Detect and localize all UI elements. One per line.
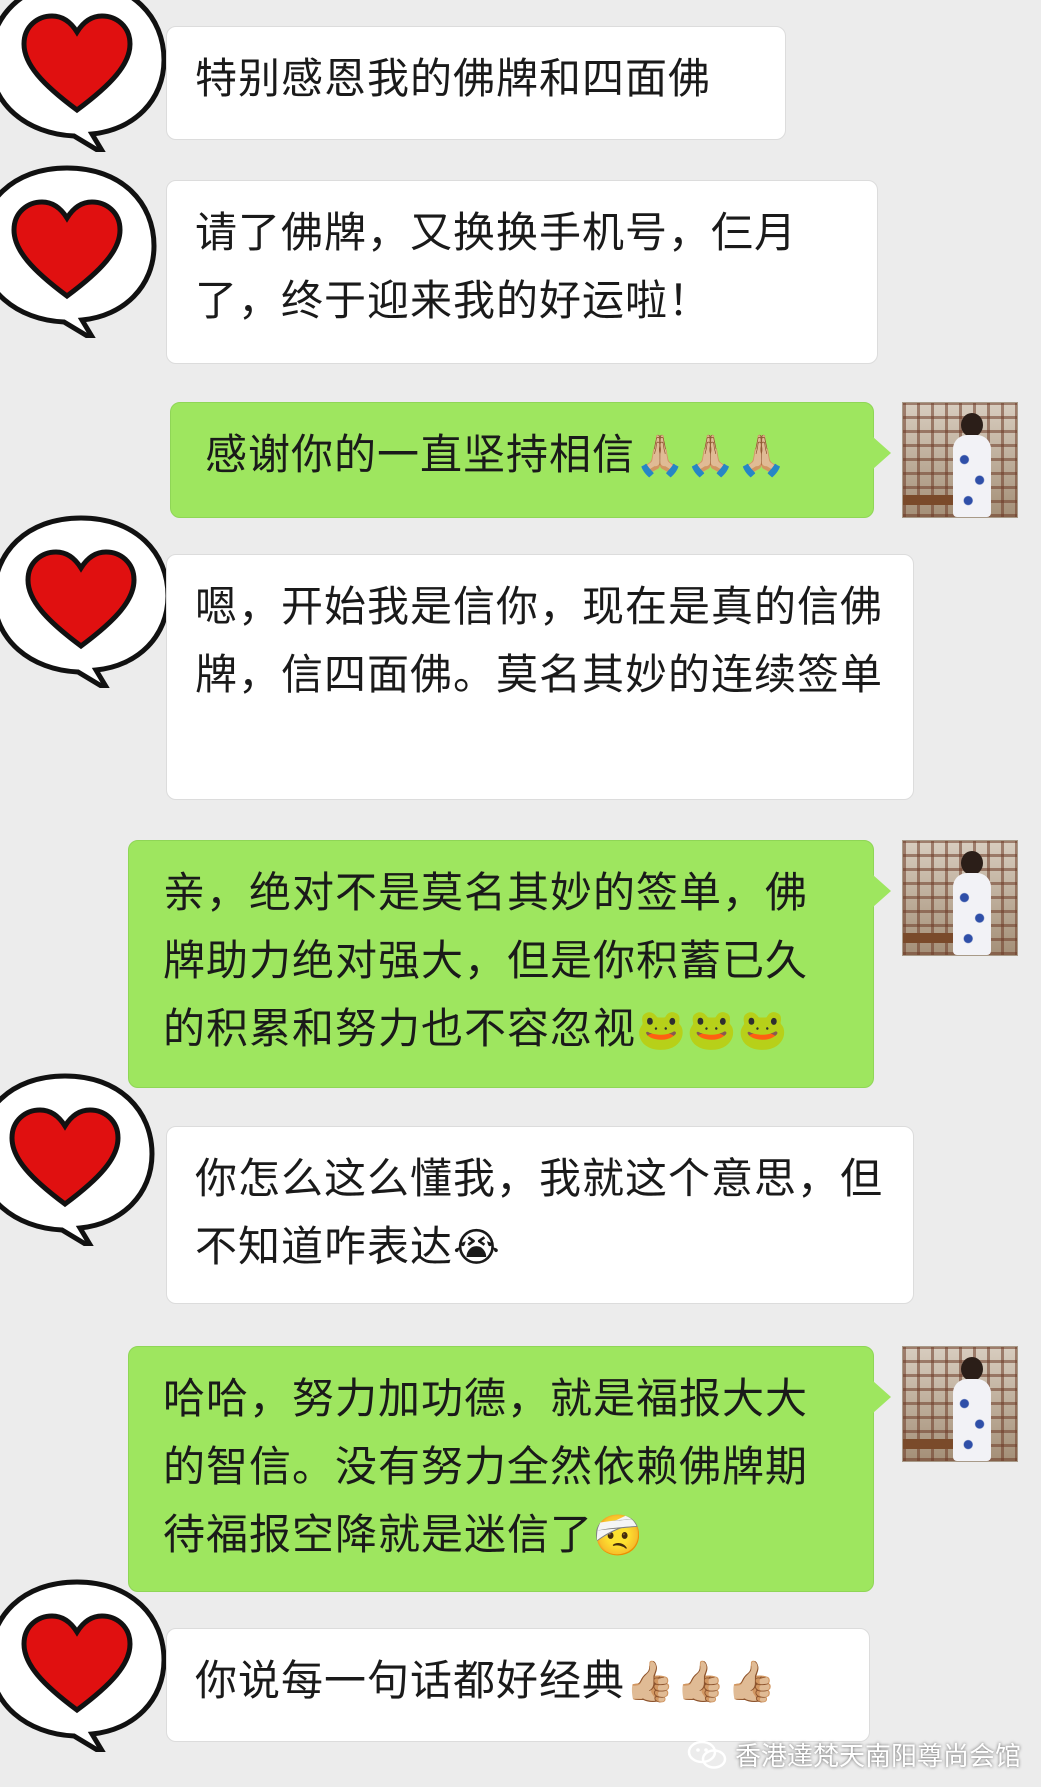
message-bubble-outgoing[interactable]: 感谢你的一直坚持相信🙏🏼🙏🏼🙏🏼 <box>170 402 891 518</box>
frog-emoji: 🐸🐸🐸 <box>636 1007 789 1053</box>
watermark: 香港達梵天南阳尊尚会馆 <box>687 1736 1021 1773</box>
heart-speech-bubble-icon <box>0 1579 167 1752</box>
heart-avatar[interactable] <box>0 0 172 152</box>
message-text: 你怎么这么懂我，我就这个意思，但不知道咋表达 <box>195 1154 884 1271</box>
heart-speech-bubble-icon <box>0 0 167 152</box>
message-bubble-incoming[interactable]: 你怎么这么懂我，我就这个意思，但不知道咋表达😭 <box>166 1126 914 1304</box>
heart-avatar[interactable] <box>0 1572 172 1752</box>
user-photo-avatar[interactable] <box>902 402 1018 518</box>
message-bubble-incoming[interactable]: 请了佛牌，又换换手机号，仨月了，终于迎来我的好运啦！ <box>166 180 878 364</box>
chat-area: 特别感恩我的佛牌和四面佛 请了佛牌，又换换手机号，仨月了，终于迎来我的好运啦！ … <box>0 0 1041 1787</box>
bandaged-face-emoji: 🤕 <box>593 1513 644 1559</box>
message-text: 感谢你的一直坚持相信 <box>205 430 636 479</box>
message-bubble-incoming[interactable]: 特别感恩我的佛牌和四面佛 <box>166 26 786 140</box>
praying-hands-emoji: 🙏🏼🙏🏼🙏🏼 <box>635 433 788 479</box>
watermark-text: 香港達梵天南阳尊尚会馆 <box>734 1742 1021 1772</box>
crying-face-emoji: 😭 <box>453 1225 501 1271</box>
message-text: 哈哈，努力加功德，就是福报大大的智信。没有努力全然依赖佛牌期待福报空降就是迷信了 <box>163 1374 809 1559</box>
heart-speech-bubble-icon <box>0 1073 155 1246</box>
message-bubble-incoming[interactable]: 你说每一句话都好经典👍🏼👍🏼👍🏼 <box>166 1628 870 1742</box>
message-bubble-outgoing[interactable]: 哈哈，努力加功德，就是福报大大的智信。没有努力全然依赖佛牌期待福报空降就是迷信了… <box>128 1346 891 1592</box>
woman-figure <box>951 1357 993 1461</box>
message-text: 嗯，开始我是信你，现在是真的信佛牌，信四面佛。莫名其妙的连续签单 <box>195 582 884 699</box>
heart-avatar[interactable] <box>0 158 162 338</box>
heart-speech-bubble-icon <box>0 165 157 338</box>
message-bubble-outgoing[interactable]: 亲，绝对不是莫名其妙的签单，佛牌助力绝对强大，但是你积蓄已久的积累和努力也不容忽… <box>128 840 891 1088</box>
user-photo-avatar[interactable] <box>902 1346 1018 1462</box>
woman-figure <box>951 413 993 517</box>
heart-avatar[interactable] <box>0 1066 160 1246</box>
message-text: 你说每一句话都好经典 <box>195 1656 626 1705</box>
heart-avatar[interactable] <box>0 508 176 688</box>
user-photo-avatar[interactable] <box>902 840 1018 956</box>
message-text: 特别感恩我的佛牌和四面佛 <box>195 54 712 103</box>
wechat-icon <box>687 1740 727 1769</box>
woman-figure <box>951 851 993 955</box>
heart-speech-bubble-icon <box>0 515 171 688</box>
thumbs-up-emoji: 👍🏼👍🏼👍🏼 <box>625 1659 778 1705</box>
message-bubble-incoming[interactable]: 嗯，开始我是信你，现在是真的信佛牌，信四面佛。莫名其妙的连续签单 <box>166 554 914 800</box>
message-text: 请了佛牌，又换换手机号，仨月了，终于迎来我的好运啦！ <box>195 208 798 325</box>
